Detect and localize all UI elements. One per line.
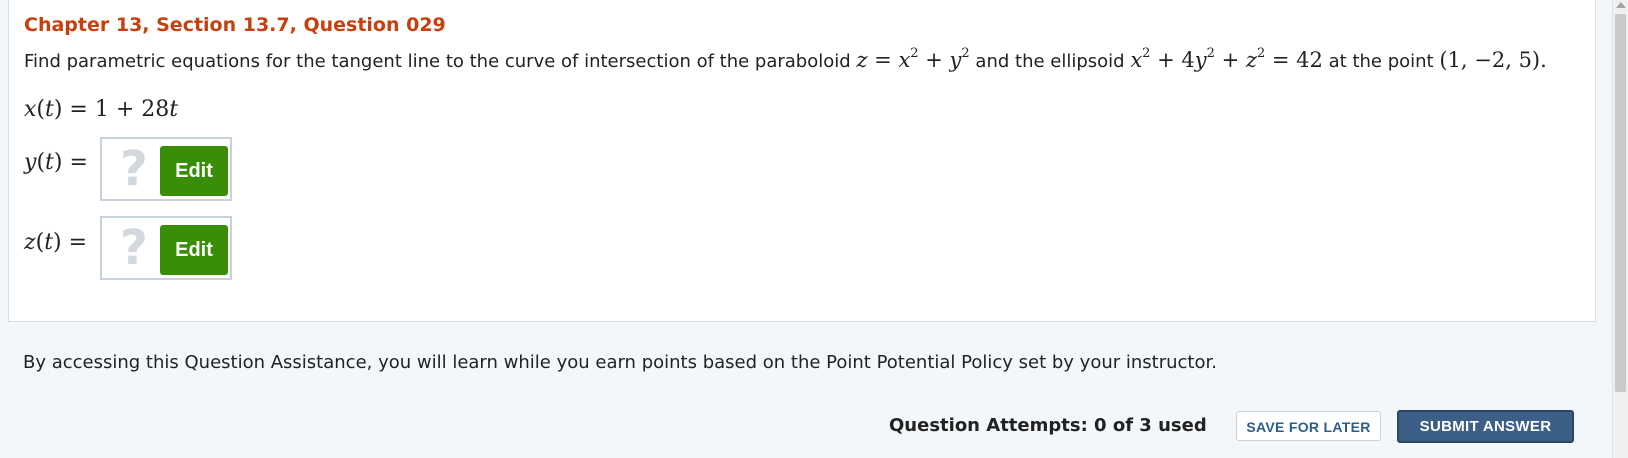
y-equation-label: y(t) = [24,150,88,175]
y-edit-button[interactable]: Edit [160,146,228,196]
z-edit-button[interactable]: Edit [160,225,228,275]
submit-answer-button[interactable]: SUBMIT ANSWER [1397,410,1574,443]
vertical-scrollbar[interactable] [1612,0,1628,458]
ellipsoid-equation: x2 + 4y2 + z2 = 42 [1130,46,1323,72]
question-card: Chapter 13, Section 13.7, Question 029 F… [8,0,1596,322]
question-text-mid: and the ellipsoid [975,51,1125,72]
y-answer-box[interactable]: ? Edit [100,137,232,201]
x-equation: x(t) = 1 + 28t [24,97,179,122]
paraboloid-equation: z = x2 + y2 [856,46,970,72]
scrollbar-thumb[interactable] [1615,14,1626,392]
question-mark-icon: ? [120,220,148,276]
question-mark-icon: ? [120,141,148,197]
y-equation-row: y(t) = [24,150,88,175]
question-text-before: Find parametric equations for the tangen… [24,51,851,72]
save-for-later-button[interactable]: SAVE FOR LATER [1236,411,1381,441]
question-text-after: at the point [1328,51,1434,72]
attempts-counter: Question Attempts: 0 of 3 used [889,415,1207,436]
z-equation-label: z(t) = [24,230,88,255]
z-answer-box[interactable]: ? Edit [100,216,232,280]
scroll-up-arrow-icon[interactable] [1616,2,1626,8]
question-title: Chapter 13, Section 13.7, Question 029 [24,14,446,36]
z-equation-row: z(t) = [24,230,87,255]
question-text: Find parametric equations for the tangen… [24,46,1584,72]
point-value: (1, −2, 5). [1439,48,1547,72]
x-equation-row: x(t) = 1 + 28t [24,97,178,122]
assistance-notice: By accessing this Question Assistance, y… [23,352,1217,373]
